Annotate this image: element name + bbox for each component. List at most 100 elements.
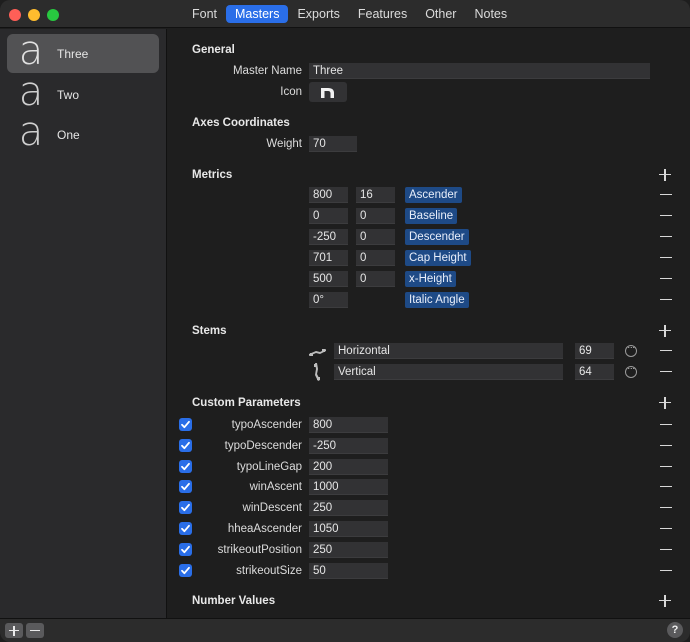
remove-master-button[interactable]	[26, 623, 44, 638]
add-number-value-button[interactable]	[658, 594, 672, 608]
tab-notes[interactable]: Notes	[465, 5, 516, 23]
metric-value-field[interactable]: 500	[309, 271, 348, 287]
section-title-metrics: Metrics	[192, 169, 233, 181]
metric-value-field[interactable]: 800	[309, 187, 348, 203]
tab-bar: Font Masters Exports Features Other Note…	[183, 5, 516, 23]
remove-stem-button[interactable]	[659, 365, 673, 379]
title-bar: Font Masters Exports Features Other Note…	[0, 0, 690, 28]
custom-parameter-value-field[interactable]: 800	[309, 417, 388, 433]
close-window-button[interactable]	[9, 9, 21, 21]
tab-font[interactable]: Font	[183, 5, 226, 23]
stem-options-button[interactable]	[625, 363, 637, 378]
checkmark-icon	[181, 441, 190, 450]
minimize-window-button[interactable]	[28, 9, 40, 21]
custom-parameter-name: winDescent	[242, 502, 302, 514]
remove-custom-parameter-button[interactable]	[659, 522, 673, 536]
metric-name-tag[interactable]: Ascender	[405, 187, 462, 203]
icon-label: Icon	[280, 86, 302, 98]
custom-parameter-value-field[interactable]: -250	[309, 438, 388, 454]
custom-parameter-enabled-checkbox[interactable]	[179, 543, 192, 556]
metric-value-field[interactable]: 701	[309, 250, 348, 266]
add-master-button[interactable]	[5, 623, 23, 638]
tab-masters[interactable]: Masters	[226, 5, 289, 23]
section-title-number-values: Number Values	[192, 595, 276, 607]
custom-parameter-enabled-checkbox[interactable]	[179, 418, 192, 431]
tab-features[interactable]: Features	[349, 5, 416, 23]
remove-metric-button[interactable]	[659, 188, 673, 202]
remove-custom-parameter-button[interactable]	[659, 418, 673, 432]
stem-name-field[interactable]: Vertical	[334, 364, 563, 380]
stem-name-field[interactable]: Horizontal	[334, 343, 563, 359]
custom-parameter-name: hheaAscender	[227, 523, 302, 535]
checkmark-icon	[181, 420, 190, 429]
help-button[interactable]: ?	[667, 622, 683, 638]
custom-parameter-value-field[interactable]: 250	[309, 500, 388, 516]
add-custom-parameter-button[interactable]	[658, 396, 672, 410]
metric-value-field[interactable]: 0	[309, 208, 348, 224]
remove-metric-button[interactable]	[659, 272, 673, 286]
custom-parameter-value-field[interactable]: 1000	[309, 479, 388, 495]
metric-overshoot-field[interactable]: 0	[356, 208, 395, 224]
metric-value-field[interactable]: -250	[309, 229, 348, 245]
metric-name-tag[interactable]: Baseline	[405, 208, 458, 224]
metric-name-tag[interactable]: Descender	[405, 229, 469, 245]
master-name-field[interactable]: Three	[309, 63, 650, 79]
tab-exports[interactable]: Exports	[288, 5, 348, 23]
checkmark-icon	[181, 503, 190, 512]
remove-stem-button[interactable]	[659, 344, 673, 358]
weight-field[interactable]: 70	[309, 136, 357, 152]
custom-parameter-enabled-checkbox[interactable]	[179, 460, 192, 473]
metric-overshoot-field[interactable]: 16	[356, 187, 395, 203]
stem-value-field[interactable]: 69	[575, 343, 614, 359]
zoom-window-button[interactable]	[47, 9, 59, 21]
remove-metric-button[interactable]	[659, 230, 673, 244]
remove-metric-button[interactable]	[659, 293, 673, 307]
remove-metric-button[interactable]	[659, 251, 673, 265]
custom-parameter-enabled-checkbox[interactable]	[179, 501, 192, 514]
master-icon-picker[interactable]	[309, 82, 347, 102]
metric-overshoot-field[interactable]: 0	[356, 271, 395, 287]
metric-overshoot-field[interactable]: 0	[356, 250, 395, 266]
section-title-general: General	[192, 44, 235, 56]
remove-custom-parameter-button[interactable]	[659, 543, 673, 557]
custom-parameter-value-field[interactable]: 250	[309, 542, 388, 558]
custom-parameter-name: winAscent	[249, 481, 302, 493]
metric-name-tag[interactable]: x-Height	[405, 271, 456, 287]
checkmark-icon	[181, 545, 190, 554]
tab-other[interactable]: Other	[416, 5, 465, 23]
master-name: One	[57, 127, 80, 142]
custom-parameter-enabled-checkbox[interactable]	[179, 480, 192, 493]
remove-custom-parameter-button[interactable]	[659, 501, 673, 515]
remove-custom-parameter-button[interactable]	[659, 564, 673, 578]
section-title-stems: Stems	[192, 325, 227, 337]
metric-name-tag[interactable]: Cap Height	[405, 250, 471, 266]
masters-sidebar: a Three a Two a One	[0, 29, 167, 618]
remove-metric-button[interactable]	[659, 209, 673, 223]
checkmark-icon	[181, 524, 190, 533]
section-title-custom-parameters: Custom Parameters	[192, 397, 301, 409]
master-item-three[interactable]: a Three	[7, 31, 159, 73]
metric-name-tag[interactable]: Italic Angle	[405, 292, 469, 308]
add-metric-button[interactable]	[658, 168, 672, 182]
metric-value-field[interactable]: 0°	[309, 292, 348, 308]
n-glyph-icon	[321, 88, 334, 98]
custom-parameter-value-field[interactable]: 50	[309, 563, 388, 579]
custom-parameter-name: typoLineGap	[236, 461, 302, 473]
bottom-toolbar: ?	[0, 618, 690, 642]
master-item-one[interactable]: a One	[7, 108, 159, 155]
custom-parameter-enabled-checkbox[interactable]	[179, 439, 192, 452]
remove-custom-parameter-button[interactable]	[659, 480, 673, 494]
master-preview-glyph: a	[18, 108, 44, 155]
add-stem-button[interactable]	[658, 324, 672, 338]
remove-custom-parameter-button[interactable]	[659, 460, 673, 474]
metric-overshoot-field[interactable]: 0	[356, 229, 395, 245]
custom-parameter-value-field[interactable]: 200	[309, 459, 388, 475]
custom-parameter-enabled-checkbox[interactable]	[179, 522, 192, 535]
font-info-window: Font Masters Exports Features Other Note…	[0, 0, 690, 642]
master-preview-glyph: a	[18, 68, 44, 115]
custom-parameter-value-field[interactable]: 1050	[309, 521, 388, 537]
remove-custom-parameter-button[interactable]	[659, 439, 673, 453]
stem-value-field[interactable]: 64	[575, 364, 614, 380]
custom-parameter-enabled-checkbox[interactable]	[179, 564, 192, 577]
stem-options-button[interactable]	[625, 342, 637, 357]
